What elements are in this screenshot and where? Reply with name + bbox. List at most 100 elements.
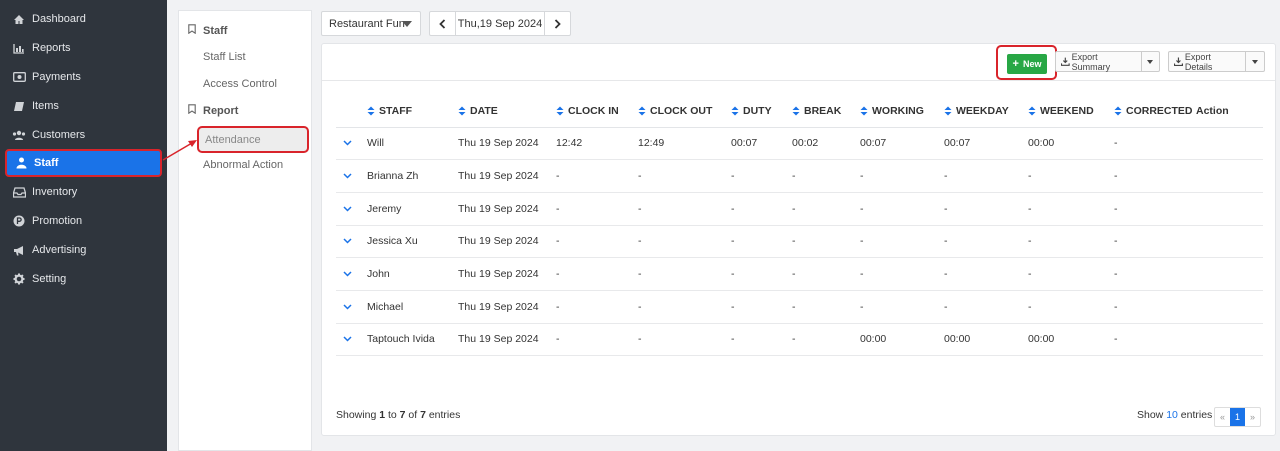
table-cell-action[interactable] bbox=[1196, 192, 1263, 226]
table-cell-clock-out: 12:49 bbox=[638, 127, 731, 161]
table-row: Jeremy Thu 19 Sep 2024- - - - - - - - bbox=[336, 192, 1263, 226]
table-cell-action[interactable] bbox=[1196, 159, 1263, 193]
table-cell-clock-out: - bbox=[638, 159, 731, 193]
table-cell-clock-in: - bbox=[556, 192, 638, 226]
column-header-weekday[interactable]: WEEKDAY bbox=[944, 95, 1028, 128]
row-expand-toggle[interactable] bbox=[336, 159, 367, 193]
sort-icon bbox=[1114, 106, 1122, 116]
table-cell-duty: - bbox=[731, 257, 792, 291]
table-cell-corrected: - bbox=[1114, 257, 1196, 291]
table-cell-weekday: 00:00 bbox=[944, 323, 1028, 357]
table-cell-staff: Jessica Xu bbox=[367, 225, 458, 259]
pagination-page[interactable]: 1 bbox=[1230, 408, 1245, 426]
sort-icon bbox=[556, 106, 564, 116]
table-cell-date: Thu 19 Sep 2024 bbox=[458, 225, 556, 259]
table-cell-clock-out: - bbox=[638, 225, 731, 259]
sort-icon bbox=[367, 106, 375, 116]
table-cell-corrected: - bbox=[1114, 159, 1196, 193]
card-toolbar: + New Export Summary Export Details bbox=[322, 44, 1275, 81]
date-display[interactable]: Thu,19 Sep 2024 bbox=[455, 12, 545, 35]
date-navigator: Thu,19 Sep 2024 bbox=[429, 11, 571, 36]
table-cell-action[interactable] bbox=[1196, 225, 1263, 259]
table-cell-action[interactable] bbox=[1196, 323, 1263, 357]
export-summary-button[interactable]: Export Summary bbox=[1056, 52, 1141, 72]
table-cell-weekend: 00:00 bbox=[1028, 323, 1114, 357]
table-cell-corrected: - bbox=[1114, 290, 1196, 324]
export-summary-dropdown[interactable] bbox=[1140, 52, 1159, 71]
table-cell-duty: - bbox=[731, 159, 792, 193]
column-header-staff[interactable]: STAFF bbox=[367, 95, 458, 128]
chevron-down-icon bbox=[343, 173, 352, 179]
table-row: Brianna Zh Thu 19 Sep 2024- - - - - - - - bbox=[336, 159, 1263, 193]
table-cell-staff: Will bbox=[367, 127, 458, 161]
table-cell-clock-in: 12:42 bbox=[556, 127, 638, 161]
table-row: Will Thu 19 Sep 2024 12:42 12:49 00:07 00:02 0… bbox=[336, 127, 1263, 161]
column-header-weekend[interactable]: WEEKEND bbox=[1028, 95, 1114, 128]
table-cell-duty: - bbox=[731, 290, 792, 324]
page-size-select[interactable]: 10 bbox=[1166, 409, 1178, 421]
table-cell-date: Thu 19 Sep 2024 bbox=[458, 127, 556, 161]
export-details-group: Export Details bbox=[1168, 51, 1265, 72]
row-expand-toggle[interactable] bbox=[336, 225, 367, 259]
column-header-working[interactable]: WORKING bbox=[860, 95, 944, 128]
table-row: Jessica Xu Thu 19 Sep 2024- - - - - - - - bbox=[336, 225, 1263, 259]
row-expand-toggle[interactable] bbox=[336, 290, 367, 324]
next-date-button[interactable] bbox=[545, 12, 570, 35]
table-cell-working: 00:07 bbox=[860, 127, 944, 161]
expand-column-header bbox=[336, 95, 367, 128]
table-cell-weekday: 00:07 bbox=[944, 127, 1028, 161]
table-header-row: STAFF DATE CLOCK IN CLOCK OUT DUTY BREAK WORKI… bbox=[336, 95, 1263, 128]
table-cell-weekend: - bbox=[1028, 192, 1114, 226]
table-cell-corrected: - bbox=[1114, 225, 1196, 259]
column-header-action[interactable]: Action bbox=[1196, 95, 1263, 128]
table-cell-action[interactable] bbox=[1196, 127, 1263, 161]
table-cell-action[interactable] bbox=[1196, 290, 1263, 324]
table-cell-staff: John bbox=[367, 257, 458, 291]
caret-down-icon bbox=[402, 21, 412, 27]
table-cell-break: - bbox=[792, 225, 860, 259]
restaurant-select-value: Restaurant Fun bbox=[329, 17, 405, 30]
pagination-prev[interactable]: « bbox=[1215, 408, 1230, 426]
column-header-clock-in[interactable]: CLOCK IN bbox=[556, 95, 638, 128]
table-cell-break: - bbox=[792, 257, 860, 291]
chevron-down-icon bbox=[343, 206, 352, 212]
column-header-break[interactable]: BREAK bbox=[792, 95, 860, 128]
table-cell-staff: Jeremy bbox=[367, 192, 458, 226]
new-button[interactable]: + New bbox=[1007, 54, 1047, 74]
chevron-down-icon bbox=[343, 140, 352, 146]
row-expand-toggle[interactable] bbox=[336, 257, 367, 291]
export-details-dropdown[interactable] bbox=[1245, 52, 1264, 71]
table-cell-date: Thu 19 Sep 2024 bbox=[458, 159, 556, 193]
chevron-down-icon bbox=[343, 238, 352, 244]
table-cell-action[interactable] bbox=[1196, 257, 1263, 291]
column-header-corrected[interactable]: CORRECTED bbox=[1114, 95, 1196, 128]
column-header-clock-out[interactable]: CLOCK OUT bbox=[638, 95, 731, 128]
table-cell-clock-in: - bbox=[556, 159, 638, 193]
table-cell-weekday: - bbox=[944, 159, 1028, 193]
restaurant-select[interactable]: Restaurant Fun bbox=[321, 11, 421, 36]
table-cell-clock-out: - bbox=[638, 290, 731, 324]
caret-down-icon bbox=[1147, 59, 1154, 64]
table-cell-weekend: - bbox=[1028, 225, 1114, 259]
table-cell-break: - bbox=[792, 323, 860, 357]
prev-date-button[interactable] bbox=[430, 12, 455, 35]
table-row: Taptouch Ivida Thu 19 Sep 2024- - - -00:00 00… bbox=[336, 323, 1263, 357]
row-expand-toggle[interactable] bbox=[336, 323, 367, 357]
sort-icon bbox=[731, 106, 739, 116]
row-expand-toggle[interactable] bbox=[336, 127, 367, 161]
pagination-next[interactable]: » bbox=[1245, 408, 1260, 426]
download-icon bbox=[1061, 57, 1070, 66]
table-cell-duty: - bbox=[731, 192, 792, 226]
chevron-down-icon bbox=[343, 336, 352, 343]
sort-icon bbox=[638, 106, 646, 116]
table-info: Showing 1 to 7 of 7 entries bbox=[336, 409, 461, 421]
column-header-date[interactable]: DATE bbox=[458, 95, 556, 128]
pagination: « 1 » bbox=[1214, 407, 1261, 427]
row-expand-toggle[interactable] bbox=[336, 192, 367, 226]
export-details-button[interactable]: Export Details bbox=[1169, 52, 1245, 72]
table-cell-working: - bbox=[860, 225, 944, 259]
table-cell-clock-in: - bbox=[556, 257, 638, 291]
download-icon bbox=[1174, 57, 1183, 66]
table-cell-duty: - bbox=[731, 323, 792, 357]
column-header-duty[interactable]: DUTY bbox=[731, 95, 792, 128]
